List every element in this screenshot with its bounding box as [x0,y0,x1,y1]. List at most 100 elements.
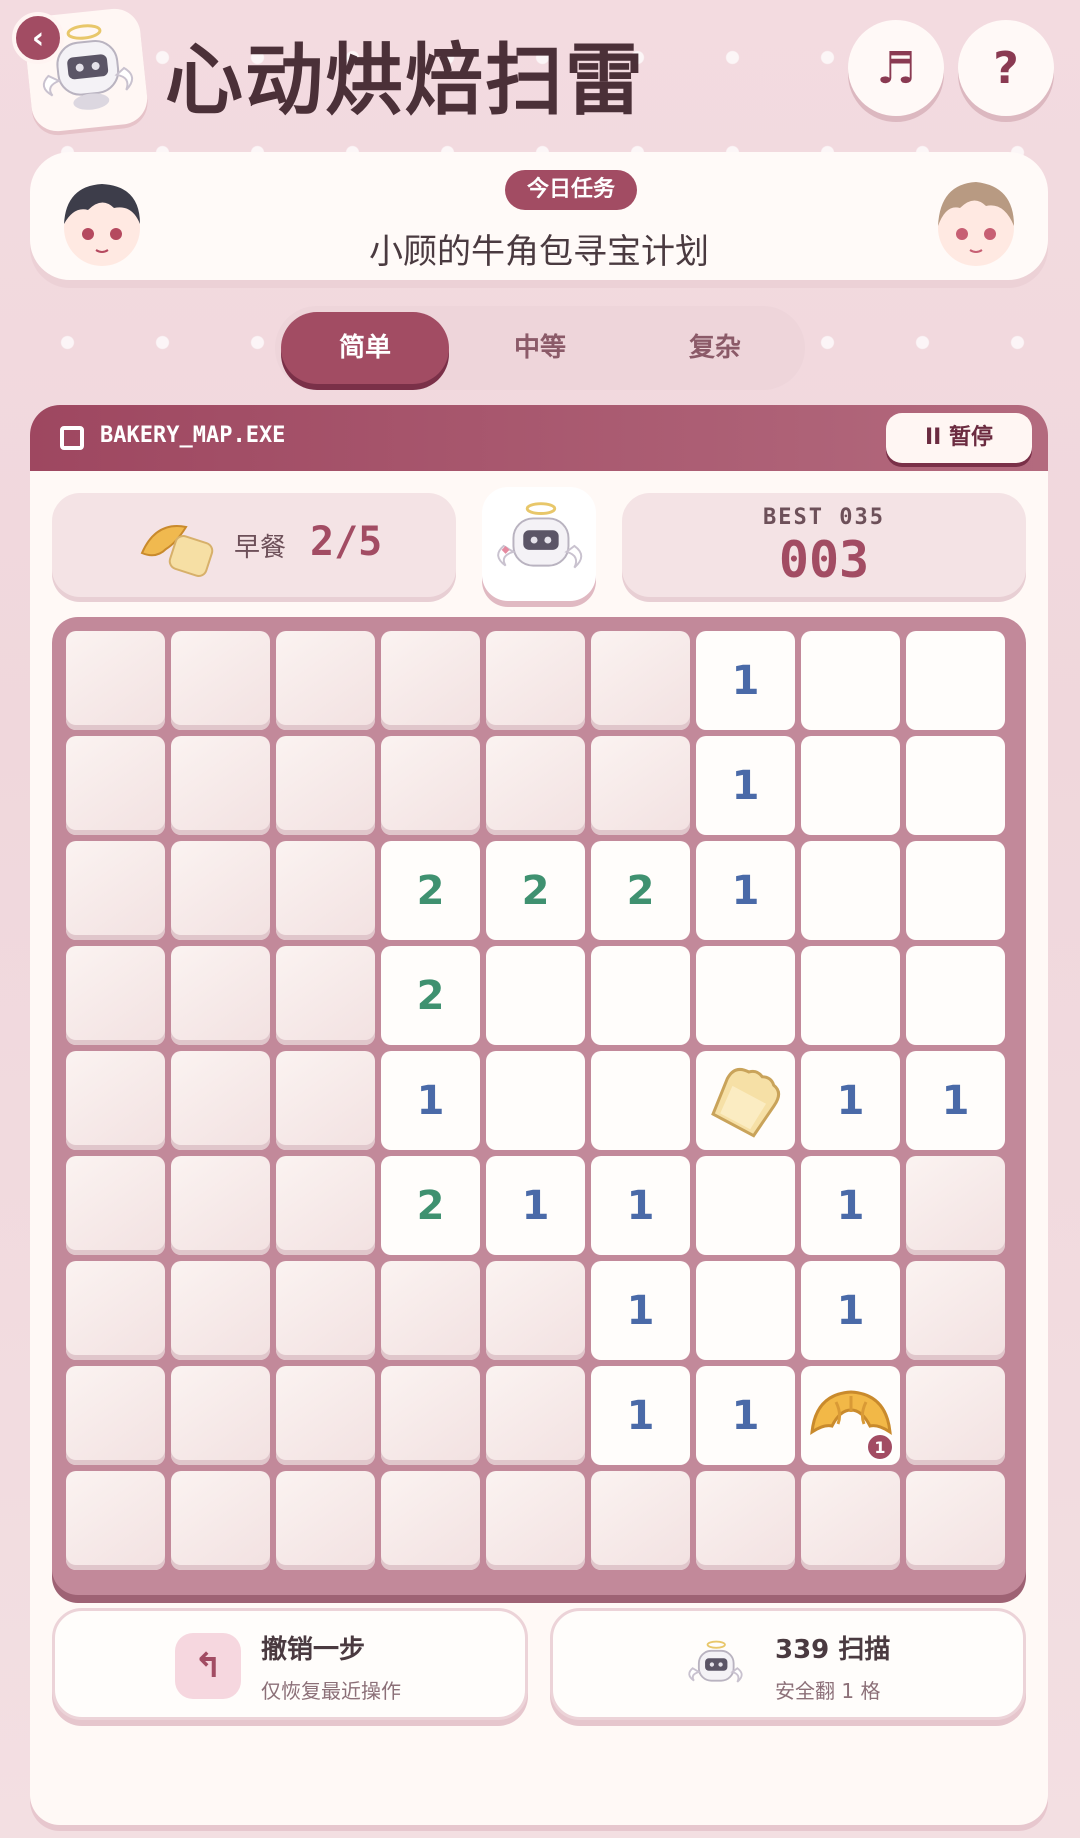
tab-easy[interactable]: 简单 [281,312,449,384]
board-cell-hidden[interactable] [276,841,375,940]
board-cell-empty[interactable] [696,1261,795,1360]
board-cell-hidden[interactable] [906,1366,1005,1465]
board-cell-hidden[interactable] [486,1261,585,1360]
board-cell-hidden[interactable] [801,1471,900,1570]
board-cell-number[interactable]: 2 [591,841,690,940]
board-cell-number[interactable]: 1 [801,1051,900,1150]
undo-button[interactable]: ↰ 撤销一步 仅恢复最近操作 [52,1608,528,1720]
undo-icon: ↰ [175,1633,241,1699]
board-cell-empty[interactable] [591,946,690,1045]
board-cell-empty[interactable] [696,1156,795,1255]
scan-button[interactable]: 339 扫描 安全翻 1 格 [550,1608,1026,1720]
board-cell-hidden[interactable] [381,1261,480,1360]
board-cell-hidden[interactable] [66,946,165,1045]
board-cell-number[interactable]: 2 [381,841,480,940]
window-title: BAKERY_MAP.EXE [100,423,286,448]
board-cell-hidden[interactable] [66,841,165,940]
board-cell-hidden[interactable] [276,736,375,835]
board-cell-number[interactable]: 1 [486,1156,585,1255]
board-cell-empty[interactable] [801,736,900,835]
board-cell-hidden[interactable] [171,1471,270,1570]
board-cell-hidden[interactable] [486,1366,585,1465]
window-icon [60,426,84,450]
board-cell-empty[interactable] [906,841,1005,940]
board-cell-hidden[interactable] [66,631,165,730]
board-cell-hidden[interactable] [171,841,270,940]
board-cell-number[interactable]: 2 [486,841,585,940]
board-cell-hidden[interactable] [486,631,585,730]
help-button[interactable]: ? [958,20,1054,116]
minesweeper-board: 1122212111211111111 [52,617,1026,1595]
board-cell-empty[interactable] [591,1051,690,1150]
board-cell-hidden[interactable] [381,1366,480,1465]
board-cell-empty[interactable] [801,946,900,1045]
board-cell-hidden[interactable] [276,1051,375,1150]
back-button[interactable]: ‹ [12,12,64,64]
board-cell-hidden[interactable] [591,736,690,835]
board-cell-hidden[interactable] [381,1471,480,1570]
board-cell-empty[interactable] [801,841,900,940]
timer-card: BEST 035 003 [622,493,1026,597]
board-cell-number[interactable]: 1 [696,631,795,730]
board-cell-hidden[interactable] [276,946,375,1045]
board-cell-hidden[interactable] [276,1156,375,1255]
board-cell-hidden[interactable] [171,736,270,835]
board-cell-number[interactable]: 1 [696,736,795,835]
task-title: 小顾的牛角包寻宝计划 [369,232,709,272]
board-cell-number[interactable]: 1 [696,841,795,940]
board-cell-hidden[interactable] [66,1471,165,1570]
board-cell-number[interactable]: 1 [591,1261,690,1360]
board-cell-hidden[interactable] [171,946,270,1045]
board-cell-hidden[interactable] [381,631,480,730]
tab-medium[interactable]: 中等 [456,312,624,384]
board-cell-number[interactable]: 1 [591,1366,690,1465]
board-cell-hidden[interactable] [486,736,585,835]
board-cell-hidden[interactable] [66,1261,165,1360]
board-cell-hidden[interactable] [66,1051,165,1150]
board-cell-empty[interactable] [801,631,900,730]
board-cell-hidden[interactable] [591,631,690,730]
board-cell-hidden[interactable] [66,736,165,835]
tab-hard[interactable]: 复杂 [631,312,799,384]
board-cell-hidden[interactable] [381,736,480,835]
board-cell-hidden[interactable] [171,1051,270,1150]
board-cell-empty[interactable] [906,736,1005,835]
board-cell-hidden[interactable] [591,1471,690,1570]
board-cell-croissant[interactable]: 1 [801,1366,900,1465]
board-cell-hidden[interactable] [276,1366,375,1465]
board-cell-empty[interactable] [486,946,585,1045]
board-cell-number[interactable]: 1 [696,1366,795,1465]
board-cell-number[interactable]: 1 [591,1156,690,1255]
breakfast-label: 早餐 [234,533,287,563]
board-cell-hidden[interactable] [171,1261,270,1360]
board-cell-number[interactable]: 2 [381,946,480,1045]
board-cell-hidden[interactable] [171,1156,270,1255]
board-cell-hidden[interactable] [906,1156,1005,1255]
board-cell-hidden[interactable] [276,1261,375,1360]
board-cell-hidden[interactable] [906,1261,1005,1360]
board-cell-hidden[interactable] [66,1156,165,1255]
board-cell-number[interactable]: 1 [381,1051,480,1150]
pause-button[interactable]: II 暂停 [886,413,1032,463]
board-cell-empty[interactable] [906,946,1005,1045]
music-button[interactable]: ♬ [848,20,944,116]
mascot-reset-button[interactable] [482,487,596,601]
board-cell-hidden[interactable] [276,1471,375,1570]
board-cell-number[interactable]: 2 [381,1156,480,1255]
board-cell-number[interactable]: 1 [801,1261,900,1360]
board-cell-hidden[interactable] [696,1471,795,1570]
board-cell-hidden[interactable] [906,1471,1005,1570]
board-cell-number[interactable]: 1 [801,1156,900,1255]
board-cell-hidden[interactable] [276,631,375,730]
board-cell-empty[interactable] [486,1051,585,1150]
breakfast-value: 2/5 [310,519,383,565]
board-cell-empty[interactable] [906,631,1005,730]
board-cell-hidden[interactable] [171,1366,270,1465]
board-cell-toast[interactable] [696,1051,795,1150]
board-cell-hidden[interactable] [66,1366,165,1465]
board-cell-hidden[interactable] [486,1471,585,1570]
board-cell-hidden[interactable] [171,631,270,730]
board-cell-number[interactable]: 1 [906,1051,1005,1150]
board-cell-empty[interactable] [696,946,795,1045]
game-panel: BAKERY_MAP.EXE II 暂停 早餐 2/5 BEST 035 003… [30,405,1048,1825]
